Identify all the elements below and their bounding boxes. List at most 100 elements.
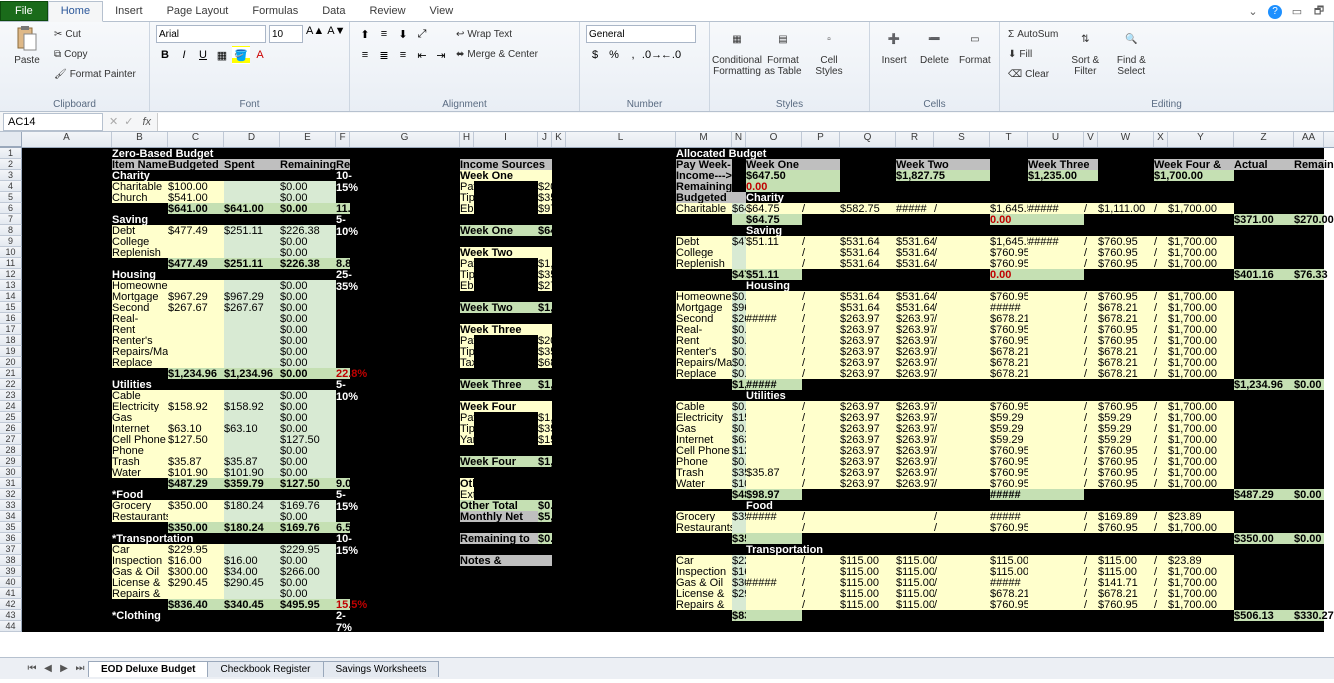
cell[interactable]: $678.21 xyxy=(1098,368,1154,379)
cell[interactable]: $531.64 xyxy=(840,291,896,302)
cell[interactable]: / xyxy=(1084,335,1098,346)
cell[interactable]: $531.64 xyxy=(840,258,896,269)
formula-input[interactable] xyxy=(157,113,1334,131)
cell[interactable]: $350.00 xyxy=(538,192,552,203)
cell[interactable]: $23.89 xyxy=(1168,555,1234,566)
cell[interactable]: / xyxy=(1084,324,1098,335)
cell[interactable]: $678.21 xyxy=(1098,302,1154,313)
cell[interactable] xyxy=(896,511,934,522)
cell[interactable] xyxy=(460,467,552,478)
cell[interactable]: Saving xyxy=(112,214,280,225)
cell[interactable] xyxy=(1028,291,1084,302)
cell[interactable]: $350.00 xyxy=(1234,533,1294,544)
cell[interactable]: $1,700.00 xyxy=(1168,478,1234,489)
cell[interactable]: Grocery xyxy=(112,500,168,511)
cell[interactable] xyxy=(168,445,224,456)
align-right-icon[interactable]: ≡ xyxy=(394,46,412,64)
cell[interactable]: $5,410.25 xyxy=(538,511,552,522)
cell[interactable]: Week One xyxy=(460,170,552,181)
cell[interactable]: / xyxy=(934,335,990,346)
col-header[interactable]: Y xyxy=(1168,132,1234,147)
cell[interactable] xyxy=(336,236,350,247)
format-painter-button[interactable]: 🖌Format Painter xyxy=(52,65,138,83)
row-header[interactable]: 29 xyxy=(0,456,22,467)
cell[interactable]: $1,234.96 xyxy=(224,368,280,379)
row-header[interactable]: 12 xyxy=(0,269,22,280)
col-header[interactable]: V xyxy=(1084,132,1098,147)
cell[interactable] xyxy=(746,302,802,313)
cell[interactable]: Inspection xyxy=(676,566,732,577)
cell[interactable]: $0.00 xyxy=(280,390,336,401)
cell[interactable] xyxy=(746,566,802,577)
cell[interactable]: / xyxy=(1154,203,1168,214)
cell[interactable]: $226.38 xyxy=(280,225,336,236)
cell[interactable] xyxy=(460,544,552,555)
row-header[interactable]: 20 xyxy=(0,357,22,368)
cell[interactable] xyxy=(1028,401,1084,412)
cell[interactable]: $0.00 xyxy=(732,423,746,434)
cell[interactable]: / xyxy=(1084,368,1098,379)
cell[interactable]: $0.00 xyxy=(732,368,746,379)
cell[interactable]: Week Two xyxy=(460,247,552,258)
cell[interactable]: $0.00 xyxy=(280,192,336,203)
cell[interactable] xyxy=(336,291,350,302)
cell[interactable] xyxy=(224,588,280,599)
cell[interactable]: $263.97 xyxy=(840,456,896,467)
cell[interactable]: $0.00 xyxy=(280,346,336,357)
cell[interactable]: Electricity xyxy=(676,412,732,423)
cell[interactable] xyxy=(746,522,802,533)
cell[interactable] xyxy=(224,324,280,335)
cell[interactable]: $0.00 xyxy=(280,357,336,368)
cell[interactable]: Trash xyxy=(112,456,168,467)
cell[interactable]: / xyxy=(802,522,840,533)
cell[interactable]: / xyxy=(1154,247,1168,258)
cell[interactable] xyxy=(168,357,224,368)
cell[interactable]: $531.64 xyxy=(896,291,934,302)
cell[interactable]: / xyxy=(934,478,990,489)
cell[interactable]: Phone xyxy=(676,456,732,467)
cell[interactable]: $115.00 xyxy=(896,555,934,566)
cell[interactable]: Week Three xyxy=(1028,159,1098,170)
cell[interactable]: 0.00 xyxy=(746,181,840,192)
cell[interactable]: $263.97 xyxy=(896,324,934,335)
cell[interactable]: Budgeted (from left side) xyxy=(676,192,746,203)
cell[interactable]: $1,700.00 xyxy=(1168,324,1234,335)
row-header[interactable]: 26 xyxy=(0,423,22,434)
col-header[interactable]: O xyxy=(746,132,802,147)
cell[interactable] xyxy=(1028,511,1084,522)
cell[interactable]: $760.95 xyxy=(1098,236,1154,247)
cell[interactable]: $115.00 xyxy=(1098,566,1154,577)
cell[interactable]: / xyxy=(1154,599,1168,610)
cell[interactable]: *Clothing xyxy=(112,610,280,621)
cell[interactable]: $101.90 xyxy=(732,478,746,489)
cell[interactable]: Renter's Insurance xyxy=(112,335,168,346)
cell[interactable]: / xyxy=(1154,434,1168,445)
cell[interactable]: $59.29 xyxy=(1098,412,1154,423)
row-header[interactable]: 14 xyxy=(0,291,22,302)
inc-decimal-icon[interactable]: .0→ xyxy=(643,46,661,64)
row-header[interactable]: 43 xyxy=(0,610,22,621)
cell[interactable]: $0.00 xyxy=(1294,489,1324,500)
col-header[interactable]: Q xyxy=(840,132,896,147)
cell[interactable]: / xyxy=(1154,324,1168,335)
cell[interactable]: Remaining xyxy=(280,159,336,170)
cell[interactable]: $16.00 xyxy=(168,555,224,566)
cell[interactable]: $0.00 xyxy=(732,335,746,346)
cell[interactable]: Ebay xyxy=(460,280,474,291)
cell[interactable]: / xyxy=(934,588,990,599)
align-top-icon[interactable]: ⬆ xyxy=(356,25,374,43)
cell[interactable] xyxy=(1028,258,1084,269)
cell[interactable]: / xyxy=(1154,412,1168,423)
cell[interactable]: 10-15% xyxy=(336,533,350,544)
cell[interactable] xyxy=(896,522,934,533)
cell[interactable]: $760.95 xyxy=(1098,258,1154,269)
cell[interactable]: $1,700.00 xyxy=(1154,170,1234,181)
cell[interactable]: $0.00 xyxy=(280,423,336,434)
col-header[interactable]: U xyxy=(1028,132,1084,147)
cell[interactable] xyxy=(746,588,802,599)
cell[interactable] xyxy=(280,379,336,390)
cell[interactable]: $760.95 xyxy=(1098,456,1154,467)
cell[interactable] xyxy=(676,489,732,500)
cell[interactable]: / xyxy=(934,236,990,247)
cell[interactable] xyxy=(336,302,350,313)
